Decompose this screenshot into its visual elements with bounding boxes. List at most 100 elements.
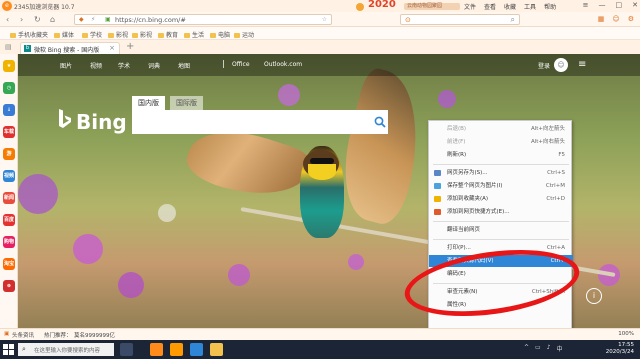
- home-button[interactable]: ⌂: [50, 15, 55, 24]
- menu-item[interactable]: 工具: [524, 2, 536, 11]
- user-avatar-icon[interactable]: ☺: [554, 58, 568, 72]
- bing-search-input[interactable]: [132, 110, 388, 134]
- clock[interactable]: 17:55 2020/3/24: [606, 342, 634, 356]
- search-icon[interactable]: ⌕: [511, 15, 515, 25]
- extension-icon[interactable]: ▦: [598, 15, 605, 23]
- tab-list-icon[interactable]: ▤: [5, 43, 12, 51]
- tab-international[interactable]: 国际版: [170, 96, 203, 110]
- menu-item[interactable]: 文件: [464, 2, 476, 11]
- bookmark-item[interactable]: 运动: [234, 30, 254, 39]
- menu-item-icon: [434, 196, 441, 202]
- tab-domestic[interactable]: 国内版: [132, 96, 165, 110]
- bookmark-item[interactable]: 学校: [82, 30, 102, 39]
- volume-icon[interactable]: ♪: [547, 344, 551, 353]
- menu-item-icon: [434, 209, 441, 215]
- promo-2020[interactable]: 2020: [368, 0, 396, 10]
- menu-item[interactable]: 帮助: [544, 2, 556, 11]
- context-menu-item[interactable]: 保存整个网页为图片(I) Ctrl+M: [429, 180, 573, 192]
- context-menu-item[interactable]: 添加到收藏夹(A) Ctrl+D: [429, 193, 573, 205]
- hot-label: 热门推荐：: [44, 333, 72, 339]
- sidebar-star-icon[interactable]: ★: [3, 60, 15, 72]
- news-link[interactable]: 头条资讯: [12, 331, 34, 339]
- bookmark-item[interactable]: 电脑: [210, 30, 230, 39]
- nav-outlook[interactable]: Outlook.com: [264, 61, 302, 68]
- chevron-up-icon[interactable]: ^: [524, 344, 529, 353]
- maximize-button[interactable]: □: [616, 1, 623, 9]
- bookmark-item[interactable]: 生活: [184, 30, 204, 39]
- context-menu-item[interactable]: 翻译当前网页: [429, 224, 573, 236]
- context-menu-item[interactable]: 前进(F) Alt+向右箭头: [429, 136, 573, 148]
- bird-throat: [308, 164, 336, 180]
- nav-dictionary[interactable]: 词典: [148, 61, 160, 70]
- search-input[interactable]: ⊙ ⌕: [400, 14, 520, 25]
- nav-maps[interactable]: 地图: [178, 61, 190, 70]
- toolbar-icons: ▦ ☺ ⚙: [598, 15, 634, 23]
- sidebar-clock-icon[interactable]: ◷: [3, 82, 15, 94]
- hamburger-menu-icon[interactable]: ≡: [578, 59, 586, 70]
- bookmark-item[interactable]: 媒体: [54, 30, 74, 39]
- search-engine-icon[interactable]: ⊙: [405, 16, 411, 24]
- forward-button[interactable]: ›: [20, 15, 23, 24]
- minimize-button[interactable]: —: [599, 1, 606, 9]
- menu-item[interactable]: 查看: [484, 2, 496, 11]
- nav-office[interactable]: Office: [232, 61, 250, 68]
- bookmark-item[interactable]: 影视: [108, 30, 128, 39]
- nav-images[interactable]: 图片: [60, 61, 72, 70]
- star-icon[interactable]: ☆: [322, 16, 327, 23]
- taskbar-explorer-icon[interactable]: [210, 343, 223, 356]
- menu-item-label: 添加到网页快捷方式(E)...: [447, 209, 510, 215]
- bookmark-item[interactable]: 影视: [132, 30, 152, 39]
- taskbar-search[interactable]: ⌕ 在这里输入你要搜索的内容: [18, 343, 114, 356]
- bookmark-label: 媒体: [62, 32, 75, 39]
- context-menu-item[interactable]: 网页另存为(S)... Ctrl+S: [429, 167, 573, 179]
- settings-icon[interactable]: ⚙: [628, 15, 634, 23]
- sidebar-tao-icon[interactable]: 淘宝: [3, 258, 15, 270]
- new-tab-button[interactable]: +: [126, 41, 134, 52]
- url-field[interactable]: ◆ ⚡ ▣ https://cn.bing.com/# ☆: [74, 14, 332, 25]
- menu-icon[interactable]: ≡: [583, 1, 589, 9]
- bookmark-item[interactable]: 手机收藏夹: [10, 30, 48, 39]
- user-icon[interactable]: ☺: [612, 15, 619, 23]
- ime-icon[interactable]: 中: [557, 344, 563, 353]
- hot-text[interactable]: 莫名9999999亿: [74, 331, 115, 339]
- search-icon[interactable]: [374, 116, 386, 128]
- sidebar-music-icon[interactable]: 车载: [3, 126, 15, 138]
- sidebar-video-icon[interactable]: 视频: [3, 170, 15, 182]
- window-title: 2345加速浏览器 10.7: [14, 4, 75, 11]
- taskbar-task-view-icon[interactable]: [120, 343, 133, 356]
- menu-item[interactable]: 收藏: [504, 2, 516, 11]
- tab-title: 微软 Bing 搜索 - 国内版: [34, 47, 100, 54]
- news-icon: ▣: [4, 331, 10, 337]
- flower-bokeh: [348, 254, 364, 270]
- bird-eye-stripe: [310, 158, 334, 164]
- context-menu-item[interactable]: 添加到网页快捷方式(E)...: [429, 206, 573, 218]
- nav-academic[interactable]: 学术: [118, 61, 130, 70]
- sidebar-other-icon[interactable]: ⊕: [3, 280, 15, 292]
- refresh-button[interactable]: ↻: [34, 15, 41, 24]
- context-menu-item[interactable]: 后退(B) Alt+向左箭头: [429, 123, 573, 135]
- back-button[interactable]: ‹: [6, 15, 9, 24]
- zoom-level[interactable]: 100%: [618, 331, 634, 337]
- bookmark-item[interactable]: 教育: [158, 30, 178, 39]
- context-menu-item[interactable]: 刷新(R) F5: [429, 149, 573, 161]
- folder-icon: [108, 33, 114, 38]
- taskbar-browser-icon[interactable]: [150, 343, 163, 356]
- flower-bokeh: [228, 264, 250, 286]
- tab-bing[interactable]: b 微软 Bing 搜索 - 国内版 ×: [20, 42, 120, 54]
- tab-close-icon[interactable]: ×: [109, 44, 115, 52]
- sidebar-shop-icon[interactable]: 百度: [3, 214, 15, 226]
- taskbar-paint-icon[interactable]: [190, 343, 203, 356]
- promo-banner[interactable]: 云南动物园聚园: [404, 3, 460, 10]
- login-link[interactable]: 登录: [538, 61, 550, 70]
- sidebar-game-icon[interactable]: 游: [3, 148, 15, 160]
- sidebar-news-icon[interactable]: 新闻: [3, 192, 15, 204]
- taskbar-ai-icon[interactable]: [170, 343, 183, 356]
- sidebar-hao-icon[interactable]: 购物: [3, 236, 15, 248]
- nav-videos[interactable]: 视频: [90, 61, 102, 70]
- sidebar-download-icon[interactable]: ↓: [3, 104, 15, 116]
- address-bar: ‹ › ↻ ⌂ ◆ ⚡ ▣ https://cn.bing.com/# ☆ ⊙ …: [0, 12, 640, 27]
- close-button[interactable]: ✕: [632, 1, 638, 9]
- info-icon[interactable]: i: [586, 288, 602, 304]
- windows-start-icon[interactable]: [3, 344, 14, 355]
- network-icon[interactable]: ▭: [535, 344, 541, 353]
